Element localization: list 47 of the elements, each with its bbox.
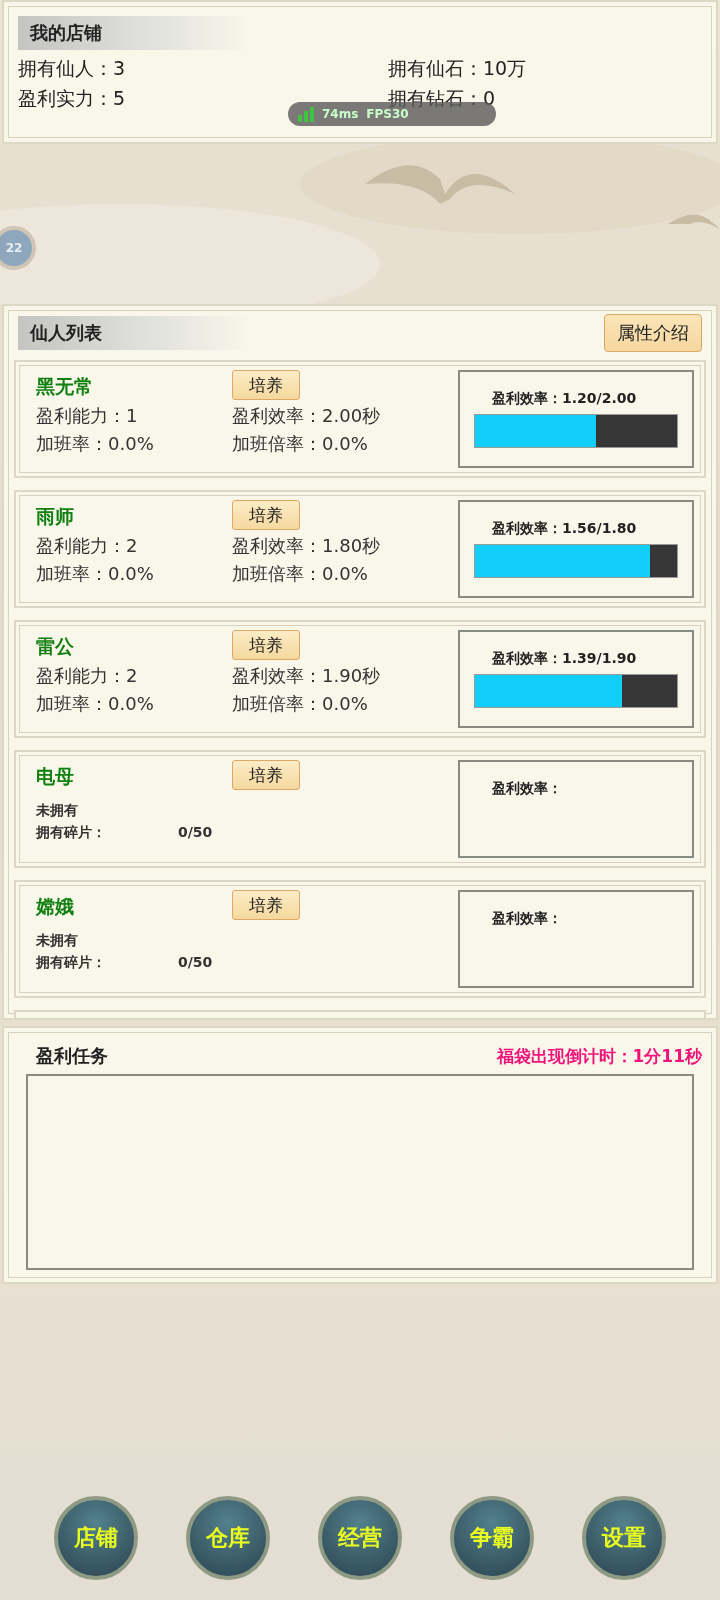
info-text: 盈利能力：1 bbox=[36, 404, 139, 428]
nav-button[interactable]: 争霸 bbox=[450, 1496, 534, 1580]
meter-label: 盈利效率：1.39/1.90 bbox=[491, 650, 638, 668]
ping-text: 74ms bbox=[322, 107, 359, 121]
nav-button[interactable]: 设置 bbox=[582, 1496, 666, 1580]
panel-title: 盈利任务 bbox=[36, 1044, 108, 1068]
nav-button[interactable]: 店铺 bbox=[54, 1496, 138, 1580]
immortal-name: 嫦娥 bbox=[36, 894, 75, 919]
stat-text: 盈利实力：5 bbox=[18, 86, 127, 111]
info-text: 加班率：0.0% bbox=[36, 562, 155, 586]
info-text: 加班率：0.0% bbox=[36, 692, 155, 716]
meter-label: 盈利效率：1.56/1.80 bbox=[491, 520, 638, 538]
shards-label: 拥有碎片： bbox=[36, 954, 107, 972]
info-text: 加班倍率：0.0% bbox=[232, 562, 369, 586]
shards-count: 0/50 bbox=[178, 954, 214, 972]
immortal-name: 黑无常 bbox=[36, 374, 94, 399]
signal-icon bbox=[298, 106, 314, 122]
immortal-name: 雨师 bbox=[36, 504, 75, 529]
train-button[interactable]: 培养 bbox=[232, 890, 300, 920]
immortal-name: 雷公 bbox=[36, 634, 75, 659]
train-button[interactable]: 培养 bbox=[232, 500, 300, 530]
info-text: 盈利效率：1.90秒 bbox=[232, 664, 382, 688]
train-button[interactable]: 培养 bbox=[232, 370, 300, 400]
status-text: 未拥有 bbox=[36, 802, 79, 820]
info-text: 加班倍率：0.0% bbox=[232, 432, 369, 456]
shards-count: 0/50 bbox=[178, 824, 214, 842]
nav-button[interactable]: 经营 bbox=[318, 1496, 402, 1580]
train-button[interactable]: 培养 bbox=[232, 760, 300, 790]
train-button[interactable]: 培养 bbox=[232, 630, 300, 660]
info-text: 加班倍率：0.0% bbox=[232, 692, 369, 716]
info-text: 加班率：0.0% bbox=[36, 432, 155, 456]
nav-button[interactable]: 仓库 bbox=[186, 1496, 270, 1580]
stat-text: 拥有仙人：3 bbox=[18, 56, 127, 81]
meter-label: 盈利效率： bbox=[491, 910, 563, 928]
immortal-name: 电母 bbox=[36, 764, 75, 789]
info-text: 盈利效率：2.00秒 bbox=[232, 404, 382, 428]
meter-label: 盈利效率： bbox=[491, 780, 563, 798]
shards-label: 拥有碎片： bbox=[36, 824, 107, 842]
info-button[interactable]: 属性介绍 bbox=[604, 314, 702, 352]
countdown-text: 福袋出现倒计时：1分11秒 bbox=[496, 1044, 702, 1068]
info-text: 盈利能力：2 bbox=[36, 534, 139, 558]
status-text: 未拥有 bbox=[36, 932, 79, 950]
fps-text: FPS30 bbox=[366, 107, 409, 121]
info-text: 盈利能力：2 bbox=[36, 664, 139, 688]
meter-label: 盈利效率：1.20/2.00 bbox=[491, 390, 638, 408]
info-text: 盈利效率：1.80秒 bbox=[232, 534, 382, 558]
stat-text: 拥有仙石：10万 bbox=[388, 56, 528, 81]
